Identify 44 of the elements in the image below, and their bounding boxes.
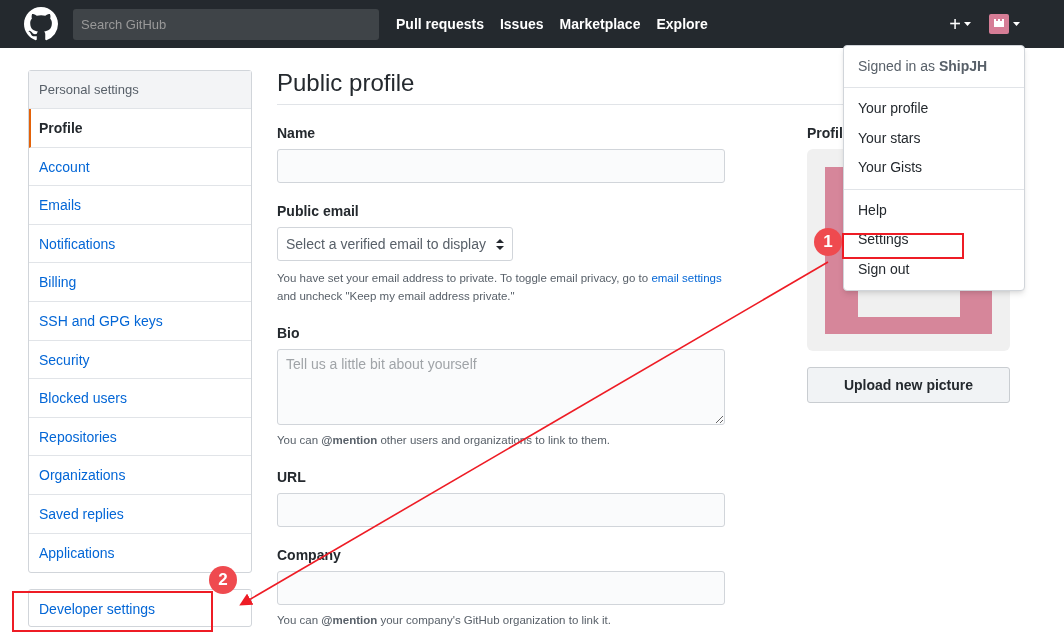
menu-item[interactable]: Blocked users <box>29 379 251 418</box>
text-field[interactable] <box>277 493 725 527</box>
nav-link[interactable]: Explore <box>656 13 708 35</box>
field-label: URL <box>277 468 307 487</box>
step-badge: 2 <box>209 566 237 594</box>
developer-settings-link[interactable]: Developer settings <box>28 589 252 628</box>
nav-link[interactable]: Marketplace <box>559 13 641 35</box>
menu-heading: Personal settings <box>29 71 251 109</box>
avatar-button[interactable] <box>989 14 1020 34</box>
help-text: You have set your email address to private. To toggle email privacy, go to email settings and uncheck "Keep my email address private." <box>277 271 723 304</box>
menu-item[interactable]: Security <box>29 340 251 380</box>
caret-icon <box>964 22 971 26</box>
sort-icon <box>496 238 504 250</box>
field-label: Public email <box>277 202 360 221</box>
dropdown-item[interactable]: Sign out <box>844 254 1024 284</box>
help-text: You can @mention your company's GitHub organization to link it. <box>277 613 612 628</box>
dropdown-item[interactable]: Your stars <box>844 123 1024 153</box>
nav-link[interactable]: Issues <box>499 13 544 35</box>
avatar-icon <box>989 14 1009 34</box>
menu-item[interactable]: Emails <box>29 186 251 225</box>
dropdown-item[interactable]: Your Gists <box>844 153 1024 183</box>
field-label: Profil <box>807 124 843 143</box>
menu-item[interactable]: Saved replies <box>29 494 251 534</box>
nav-link[interactable]: Pull requests <box>396 13 484 35</box>
bio-field[interactable]: Tell us a little bit about yourself <box>277 349 725 425</box>
new-button[interactable]: + <box>949 14 971 34</box>
dropdown-item[interactable]: Help <box>844 195 1024 225</box>
field-label: Name <box>277 124 317 143</box>
menu-item[interactable]: SSH and GPG keys <box>29 301 251 341</box>
email-select[interactable]: Select a verified email to display <box>277 227 513 261</box>
menu-item[interactable]: Account <box>29 147 251 187</box>
menu-item[interactable]: Organizations <box>29 456 251 495</box>
email-settings-link[interactable]: email settings <box>651 272 722 284</box>
octocat-logo-icon[interactable] <box>24 7 58 41</box>
search-field[interactable]: Search GitHub <box>73 8 379 40</box>
menu-item[interactable]: Notifications <box>29 224 251 264</box>
upload-button[interactable]: Upload new picture <box>807 367 1010 403</box>
menu-item[interactable]: Profile <box>29 109 251 148</box>
menu-item[interactable]: Repositories <box>29 417 251 457</box>
menu-item[interactable]: Billing <box>29 263 251 302</box>
field-label: Bio <box>277 324 301 343</box>
text-field[interactable] <box>277 571 725 605</box>
text-field[interactable] <box>277 149 725 183</box>
caret-icon <box>1013 22 1020 26</box>
